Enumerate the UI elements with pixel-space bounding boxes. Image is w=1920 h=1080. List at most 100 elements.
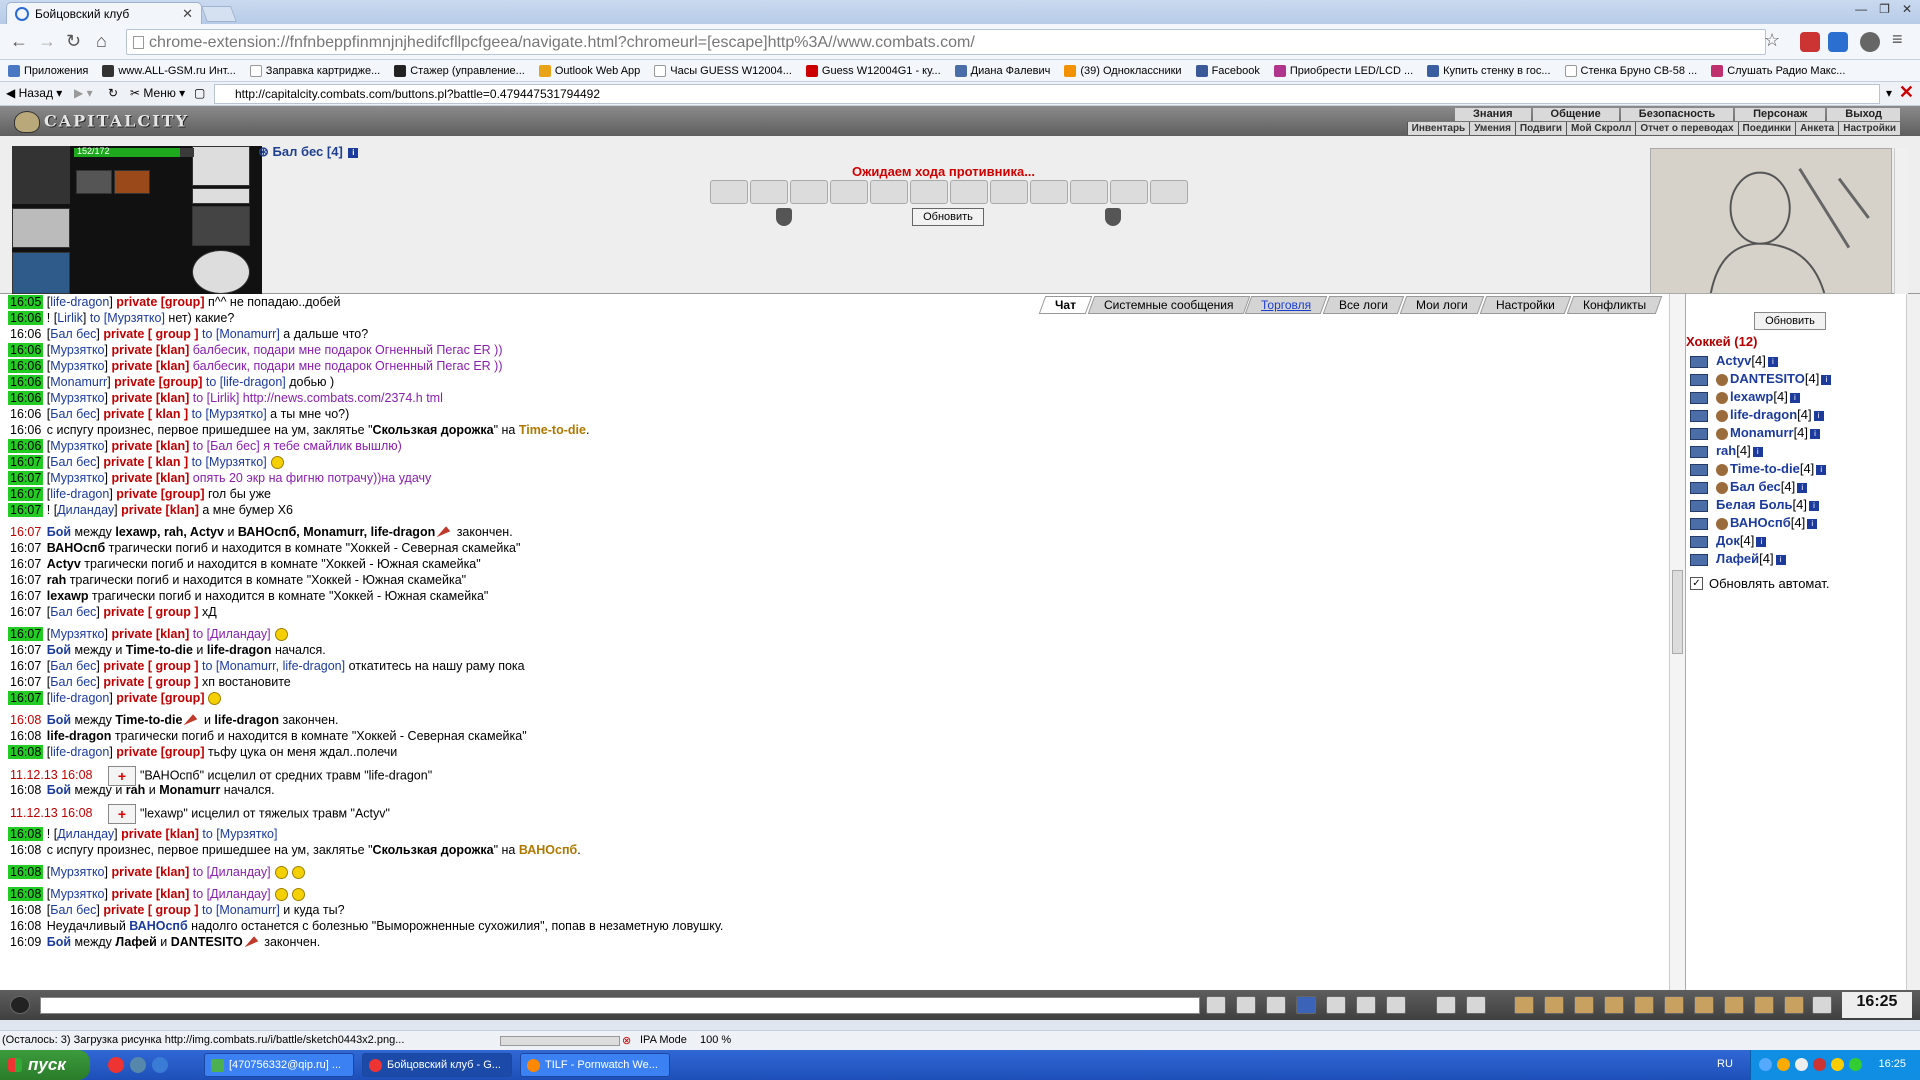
menu-item-security[interactable]: Безопасность [1620, 108, 1734, 121]
chat-nick[interactable]: Бал бес [50, 407, 96, 421]
chat-nick[interactable]: Lirlik [57, 311, 83, 325]
chat-nick[interactable]: Бал бес [50, 675, 96, 689]
chat-nick[interactable]: Бал бес [50, 327, 96, 341]
player-row[interactable]: rah[4] i [1690, 442, 1831, 460]
menu-item-exit[interactable]: Выход [1827, 108, 1900, 121]
player-row[interactable]: Лафей[4] i [1690, 550, 1831, 568]
refresh-battle-button[interactable]: Обновить [912, 208, 984, 226]
submenu-skills[interactable]: Умения [1469, 122, 1515, 135]
exit-icon[interactable] [1812, 996, 1832, 1014]
player-name[interactable]: Бал бес [1730, 479, 1781, 494]
player-row[interactable]: Белая Боль[4] i [1690, 496, 1831, 514]
info-icon[interactable]: i [1816, 464, 1827, 475]
menu-item-knowledge[interactable]: Знания [1455, 108, 1531, 121]
item-slot[interactable] [76, 170, 112, 194]
ie-address-field[interactable]: http://capitalcity.combats.com/buttons.p… [214, 84, 1880, 104]
task-qip[interactable]: [470756332@qip.ru] ... [204, 1053, 354, 1077]
message-timestamp[interactable]: 16:06 [8, 439, 44, 453]
task-firefox[interactable]: TILF - Pornwatch We... [520, 1053, 670, 1077]
message-timestamp[interactable]: 16:06 [8, 359, 44, 373]
message-timestamp[interactable]: 16:06 [8, 407, 43, 421]
private-message-icon[interactable] [1690, 373, 1708, 386]
bookmark-star-icon[interactable]: ☆ [1764, 30, 1780, 51]
ie-menu-button[interactable]: ✂ Меню ▾ [130, 86, 185, 100]
refresh-room-button[interactable]: Обновить [1754, 312, 1826, 330]
action-icon[interactable] [1664, 996, 1684, 1014]
message-timestamp[interactable]: 16:06 [8, 375, 44, 389]
chat-nick[interactable]: Бал бес [50, 659, 96, 673]
send-icon[interactable] [1206, 996, 1226, 1014]
message-timestamp[interactable]: 16:08 [8, 729, 43, 743]
info-icon[interactable]: i [348, 147, 359, 158]
weapon-slot[interactable] [12, 252, 70, 294]
battle-log-icon[interactable] [184, 712, 199, 729]
enemy-name[interactable]: ⊛ Бал бес [4] i [258, 144, 359, 160]
task-chrome[interactable]: Бойцовский клуб - G... [362, 1053, 512, 1077]
message-timestamp[interactable]: 16:08 [8, 713, 43, 727]
action-icon[interactable] [1514, 996, 1534, 1014]
forward-icon[interactable]: → [38, 31, 56, 52]
battle-log-icon[interactable] [244, 934, 259, 951]
extension-circle-icon[interactable] [1860, 32, 1880, 52]
private-message-icon[interactable] [1690, 427, 1708, 440]
tray-icon[interactable] [1759, 1058, 1772, 1071]
language-indicator[interactable]: RU [1717, 1058, 1733, 1070]
player-name[interactable]: Белая Боль [1716, 497, 1792, 512]
private-tag[interactable]: private [klan] [111, 471, 189, 485]
action-icon[interactable] [1784, 996, 1804, 1014]
bookmark-item[interactable]: Купить стенку в гос... [1427, 64, 1551, 77]
room-scrollbar[interactable] [1906, 294, 1920, 990]
private-tag[interactable]: private [group] [116, 745, 204, 759]
message-timestamp[interactable]: 16:06 [8, 311, 44, 325]
player-row[interactable]: lexawp[4] i [1690, 388, 1831, 406]
chat-nick[interactable]: Бал бес [50, 903, 96, 917]
message-timestamp[interactable]: 16:08 [8, 783, 43, 797]
player-name[interactable]: ВАНОспб [1730, 515, 1791, 530]
player-row[interactable]: Time-to-die[4] i [1690, 460, 1831, 478]
extension-icon[interactable] [1800, 32, 1820, 52]
message-timestamp[interactable]: 16:08 [8, 903, 43, 917]
item-slot[interactable] [192, 188, 250, 204]
info-icon[interactable]: i [1813, 410, 1824, 421]
private-tag[interactable]: private [klan] [111, 439, 189, 453]
tab-settings[interactable]: Настройки [1479, 296, 1572, 314]
private-message-icon[interactable] [1690, 481, 1708, 494]
info-icon[interactable]: i [1752, 446, 1763, 457]
chat-nick[interactable]: Диландау [57, 827, 114, 841]
submenu-achievements[interactable]: Подвиги [1514, 122, 1566, 135]
private-message-icon[interactable] [1690, 517, 1708, 530]
submenu-settings[interactable]: Настройки [1838, 122, 1900, 135]
info-icon[interactable]: i [1775, 554, 1786, 565]
ie-dropdown-icon[interactable]: ▾ [1886, 86, 1892, 100]
info-icon[interactable]: i [1808, 500, 1819, 511]
action-icon[interactable] [1574, 996, 1594, 1014]
chat-nick[interactable]: Monamurr [50, 375, 107, 389]
bookmark-item[interactable]: Стенка Бруно СВ-58 ... [1564, 64, 1697, 77]
info-icon[interactable]: i [1807, 518, 1818, 529]
chat-scrollbar[interactable] [1669, 294, 1685, 990]
chat-nick[interactable]: Мурзятко [50, 391, 104, 405]
tab-trade[interactable]: Торговля [1244, 296, 1328, 314]
private-tag[interactable]: private [klan] [121, 827, 199, 841]
message-timestamp[interactable]: 16:09 [8, 935, 43, 949]
home-icon[interactable]: ⌂ [96, 31, 107, 52]
player-name[interactable]: Time-to-die [1730, 461, 1800, 476]
bookmark-item[interactable]: Приложения [8, 64, 88, 77]
message-timestamp[interactable]: 16:07 [8, 675, 43, 689]
player-row[interactable]: Бал бес[4] i [1690, 478, 1831, 496]
private-message-icon[interactable] [1690, 391, 1708, 404]
action-icon[interactable] [1724, 996, 1744, 1014]
filter-icon[interactable] [1266, 996, 1286, 1014]
message-timestamp[interactable]: 16:08 [8, 827, 44, 841]
message-timestamp[interactable]: 16:07 [8, 471, 44, 485]
message-timestamp[interactable]: 16:07 [8, 605, 43, 619]
chat-nick[interactable]: life-dragon [50, 691, 109, 705]
checkbox-icon[interactable]: ✓ [1690, 577, 1703, 590]
message-timestamp[interactable]: 16:06 [8, 423, 43, 437]
helmet-slot[interactable] [12, 146, 70, 204]
maximize-icon[interactable]: ❐ [1879, 2, 1890, 16]
info-icon[interactable]: i [1797, 482, 1808, 493]
chat-options-icon[interactable] [10, 996, 30, 1014]
message-timestamp[interactable]: 16:07 [8, 487, 44, 501]
private-tag[interactable]: private [klan] [111, 627, 189, 641]
